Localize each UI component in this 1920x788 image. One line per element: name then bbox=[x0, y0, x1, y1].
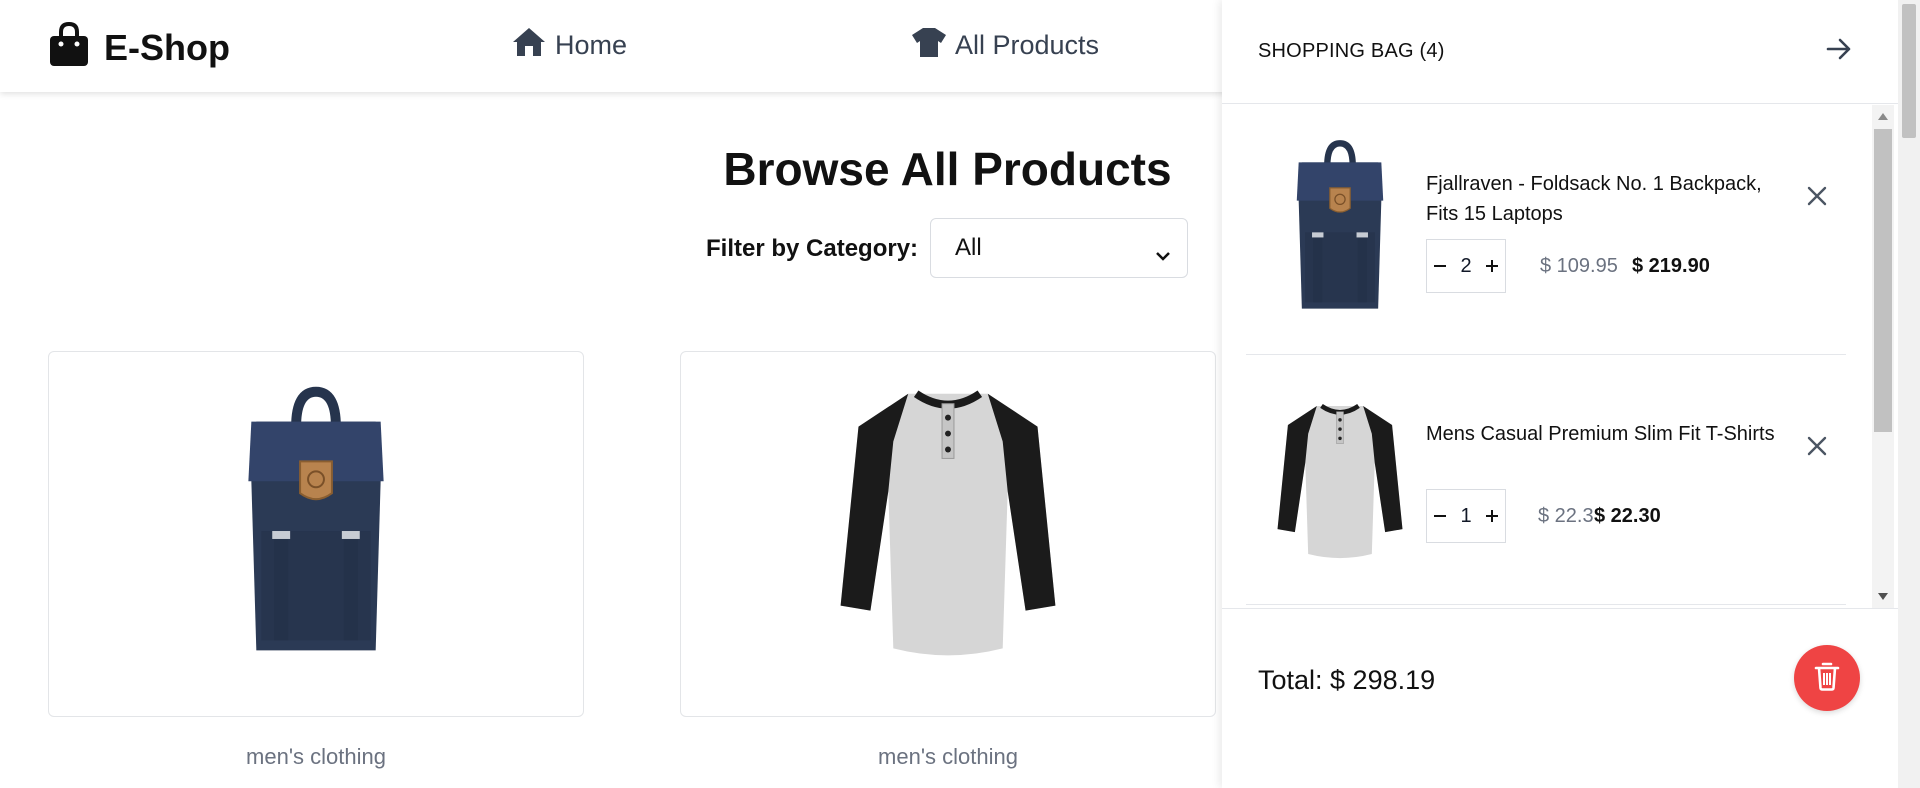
quantity-value: 2 bbox=[1460, 254, 1472, 277]
cart-item-image-backpack bbox=[1276, 137, 1404, 315]
close-icon[interactable] bbox=[1806, 435, 1828, 462]
cart-item-name: Fjallraven - Foldsack No. 1 Backpack, Fi… bbox=[1426, 173, 1762, 225]
cart-total: Total: $ 298.19 bbox=[1258, 665, 1436, 695]
clear-cart-button[interactable] bbox=[1794, 645, 1860, 711]
quantity-value: 1 bbox=[1460, 504, 1472, 527]
unit-price: $ 109.95 bbox=[1540, 255, 1618, 277]
brand-logo[interactable]: E-Shop bbox=[48, 21, 230, 73]
quantity-stepper: 2 bbox=[1426, 239, 1506, 293]
product-category: men's clothing bbox=[246, 744, 386, 769]
scrollbar-thumb[interactable] bbox=[1874, 129, 1892, 432]
shopping-bag-drawer: SHOPPING BAG (4) Fjallraven - Foldsack N… bbox=[1222, 0, 1898, 788]
category-filter-value: All bbox=[955, 234, 982, 261]
line-total: $ 22.30 bbox=[1594, 505, 1661, 527]
decrement-button[interactable] bbox=[1427, 240, 1453, 292]
increment-button[interactable] bbox=[1479, 490, 1505, 542]
nav-all-products[interactable]: All Products bbox=[911, 26, 1099, 65]
increment-button[interactable] bbox=[1479, 240, 1505, 292]
product-card[interactable] bbox=[680, 351, 1216, 717]
product-card[interactable] bbox=[48, 351, 584, 717]
chevron-down-icon bbox=[1155, 241, 1171, 269]
brand-title: E-Shop bbox=[104, 26, 230, 68]
cart-item: Mens Casual Premium Slim Fit T-Shirts 1 … bbox=[1246, 355, 1846, 605]
cart-list-scrollbar[interactable] bbox=[1872, 105, 1894, 608]
cart-item-list: Fjallraven - Foldsack No. 1 Backpack, Fi… bbox=[1222, 105, 1872, 608]
cart-item-image-shirt bbox=[1276, 391, 1404, 569]
product-image-backpack bbox=[49, 352, 583, 716]
nav-home-label: Home bbox=[555, 30, 628, 60]
trash-icon bbox=[1814, 661, 1840, 696]
drawer-header: SHOPPING BAG (4) bbox=[1222, 0, 1898, 104]
nav-home[interactable]: Home bbox=[511, 26, 627, 65]
page-scrollbar-thumb[interactable] bbox=[1902, 4, 1916, 138]
unit-price: $ 22.3 bbox=[1538, 505, 1594, 527]
scroll-up-icon[interactable] bbox=[1878, 113, 1888, 120]
category-filter-select[interactable]: All bbox=[930, 218, 1188, 278]
product-image-shirt bbox=[681, 352, 1215, 716]
shopping-bag-icon bbox=[48, 21, 90, 73]
close-icon[interactable] bbox=[1806, 185, 1828, 212]
nav-all-products-label: All Products bbox=[955, 30, 1100, 60]
decrement-button[interactable] bbox=[1427, 490, 1453, 542]
cart-item: Fjallraven - Foldsack No. 1 Backpack, Fi… bbox=[1246, 105, 1846, 355]
cart-item-name: Mens Casual Premium Slim Fit T-Shirts bbox=[1426, 423, 1775, 445]
drawer-footer: Total: $ 298.19 bbox=[1222, 608, 1898, 788]
line-total: $ 219.90 bbox=[1632, 255, 1710, 277]
quantity-stepper: 1 bbox=[1426, 489, 1506, 543]
product-category: men's clothing bbox=[878, 744, 1018, 769]
shopping-bag-title: SHOPPING BAG (4) bbox=[1258, 40, 1445, 62]
filter-label: Filter by Category: bbox=[706, 235, 919, 262]
scroll-down-icon[interactable] bbox=[1878, 593, 1888, 600]
page-scrollbar[interactable] bbox=[1898, 0, 1920, 788]
tshirt-icon bbox=[911, 26, 947, 65]
arrow-right-icon[interactable] bbox=[1824, 34, 1854, 69]
home-icon bbox=[511, 26, 547, 65]
